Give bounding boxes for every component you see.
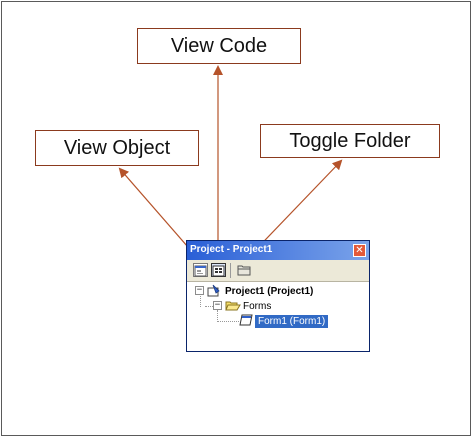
callout-arrows [118,65,343,263]
project-explorer-window: Project - Project1 ✕ − Project1 (Project… [186,240,370,352]
project-tree: − Project1 (Project1) − Forms Form1 (For… [187,282,369,351]
form1-node-label: Form1 (Form1) [255,315,329,328]
view-object-callout: View Object [35,130,199,166]
form-icon [239,314,253,326]
collapse-icon: − [196,285,203,295]
view-code-button[interactable] [211,263,226,277]
project-toolbar [187,260,369,282]
view-code-icon [212,265,225,277]
open-folder-icon [225,301,241,311]
view-object-icon [194,265,207,277]
project-node-label: Project1 (Project1) [225,286,314,297]
window-title: Project - Project1 [190,244,273,255]
toggle-folders-button[interactable] [237,263,252,277]
collapse-icon: − [214,300,221,310]
project-icon [207,284,220,297]
project-expander[interactable]: − [195,286,204,295]
toggle-folder-callout: Toggle Folder [260,124,440,158]
close-button[interactable]: ✕ [353,244,366,257]
close-icon: ✕ [355,245,364,256]
window-titlebar[interactable]: Project - Project1 ✕ [187,241,369,260]
toggle-folder-callout-label: Toggle Folder [289,129,411,152]
forms-expander[interactable]: − [213,301,222,310]
view-code-callout: View Code [137,28,301,64]
view-code-callout-label: View Code [170,34,268,57]
tree-line [205,306,213,307]
tree-line [217,321,239,322]
forms-node-label: Forms [243,301,272,312]
folder-icon [237,265,251,276]
view-object-button[interactable] [193,263,208,277]
toolbar-separator [230,263,231,278]
view-object-callout-label: View Object [63,136,171,159]
